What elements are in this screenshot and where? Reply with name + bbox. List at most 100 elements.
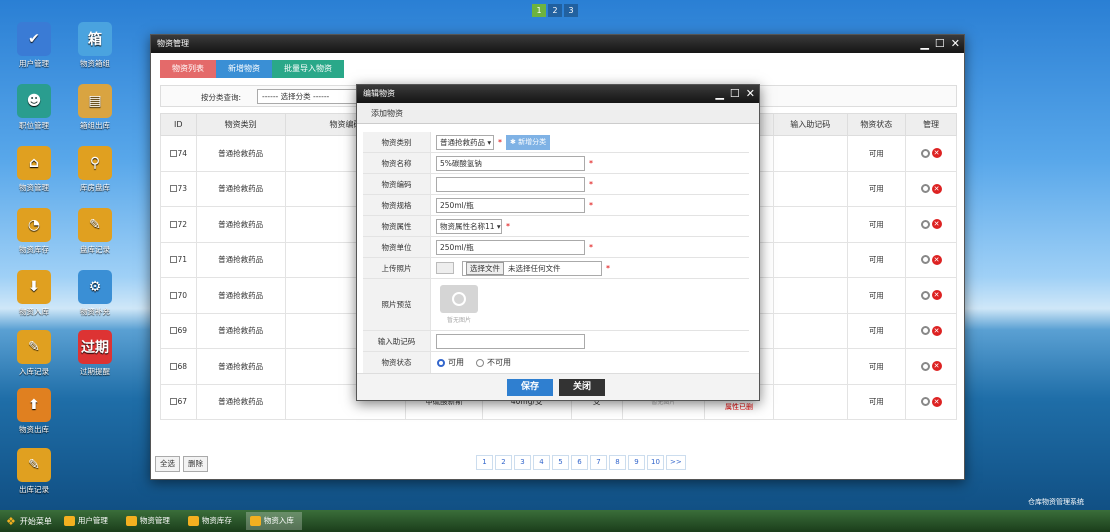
- delete-x-icon[interactable]: ✕: [931, 361, 942, 372]
- page-link[interactable]: 7: [590, 455, 607, 470]
- row-checkbox[interactable]: [169, 291, 177, 299]
- delete-x-icon[interactable]: ✕: [931, 183, 942, 194]
- start-menu-button[interactable]: ❖ 开始菜单: [0, 515, 60, 528]
- desktop-icon[interactable]: ✎ 盘库记录: [70, 208, 120, 255]
- taskbar-item-user-management[interactable]: 用户管理: [60, 512, 116, 530]
- row-photo: 上传照片 选择文件 未选择任何文件 *: [363, 258, 749, 279]
- desktop-icon[interactable]: 箱物资箱组: [70, 22, 120, 69]
- status-available-radio[interactable]: [437, 358, 445, 367]
- cell-category: 普通抢救药品: [195, 206, 286, 243]
- delete-x-icon[interactable]: ✕: [931, 219, 942, 230]
- edit-gear-icon[interactable]: [920, 361, 930, 371]
- file-input[interactable]: 选择文件 未选择任何文件: [462, 260, 602, 276]
- category-filter-select[interactable]: ------ 选择分类 ------: [257, 89, 367, 104]
- desktop-page-1[interactable]: 1: [532, 4, 546, 17]
- page-link[interactable]: 1: [476, 455, 493, 470]
- choose-file-button[interactable]: 选择文件: [466, 261, 504, 275]
- row-id: 71: [177, 255, 188, 265]
- main-window-titlebar[interactable]: 物资管理 ▁ ☐ ✕: [151, 35, 964, 53]
- attr-select[interactable]: 物资属性名称11 ▾: [436, 218, 502, 234]
- unit-input[interactable]: 250ml/瓶: [436, 239, 585, 255]
- dialog-titlebar[interactable]: 编辑物资 ▁ ☐ ✕: [357, 85, 759, 103]
- delete-x-icon[interactable]: ✕: [931, 254, 942, 265]
- edit-gear-icon[interactable]: [920, 290, 930, 300]
- cell-actions: ✕: [905, 383, 957, 420]
- taskbar-item-material-stock[interactable]: 物资库存: [184, 512, 240, 530]
- delete-x-icon[interactable]: ✕: [931, 396, 942, 407]
- edit-gear-icon[interactable]: [920, 219, 930, 229]
- desktop-icon[interactable]: ⚙ 物资补充: [70, 270, 120, 317]
- desktop-icon[interactable]: ◔ 物资库存: [9, 208, 59, 255]
- desktop-page-3[interactable]: 3: [564, 4, 578, 17]
- desktop-icon[interactable]: ⚲ 库房盘库: [70, 146, 120, 193]
- select-all-button[interactable]: 全选: [155, 456, 180, 472]
- category-select[interactable]: 普通抢救药品 ▾: [436, 134, 494, 150]
- page-link[interactable]: >>: [666, 455, 686, 470]
- desktop-icon[interactable]: ⌂ 物资管理: [9, 146, 59, 193]
- page-link[interactable]: 5: [552, 455, 569, 470]
- row-checkbox[interactable]: [169, 256, 177, 264]
- tab-add-material[interactable]: 新增物资: [216, 60, 272, 78]
- row-checkbox[interactable]: [169, 220, 177, 228]
- desktop-icon[interactable]: ⬆ 物资出库: [9, 388, 59, 435]
- page-link[interactable]: 3: [514, 455, 531, 470]
- page-link[interactable]: 4: [533, 455, 550, 470]
- row-code: 物资编码 *: [363, 174, 749, 195]
- minimize-icon[interactable]: ▁: [920, 35, 928, 53]
- desktop-icon[interactable]: ✎ 出库记录: [9, 448, 59, 495]
- page-link[interactable]: 8: [609, 455, 626, 470]
- delete-x-icon[interactable]: ✕: [931, 325, 942, 336]
- cell-category: 普通抢救药品: [195, 277, 286, 314]
- edit-gear-icon[interactable]: [920, 255, 930, 265]
- dialog-close-icon[interactable]: ✕: [746, 85, 755, 103]
- edit-gear-icon[interactable]: [920, 326, 930, 336]
- page-link[interactable]: 6: [571, 455, 588, 470]
- name-input[interactable]: 5%碳酸氢钠: [436, 155, 585, 171]
- row-checkbox[interactable]: [169, 149, 177, 157]
- row-checkbox[interactable]: [169, 327, 177, 335]
- taskbar-item-material-inbound[interactable]: 物资入库: [245, 512, 302, 530]
- desktop-icon[interactable]: ☻ 职位管理: [9, 84, 59, 131]
- add-category-button[interactable]: ✱ 新增分类: [506, 134, 551, 150]
- delete-x-icon[interactable]: ✕: [931, 148, 942, 159]
- desktop-icon[interactable]: ✎ 入库记录: [9, 330, 59, 377]
- row-preview: 照片预览 暂无图片: [363, 279, 749, 331]
- desktop-icon-label: 出库记录: [19, 485, 49, 494]
- desktop-icon[interactable]: ✔ 用户管理: [9, 22, 59, 69]
- dialog-minimize-icon[interactable]: ▁: [715, 85, 723, 103]
- save-button[interactable]: 保存: [507, 379, 553, 396]
- delete-button[interactable]: 删除: [183, 456, 208, 472]
- mnemonic-input[interactable]: [436, 333, 585, 349]
- desktop-page-2[interactable]: 2: [548, 4, 562, 17]
- category-select-value: 普通抢救药品: [440, 137, 485, 147]
- desktop-icon-label: 入库记录: [19, 367, 49, 376]
- spec-input[interactable]: 250ml/瓶: [436, 197, 585, 213]
- taskbar-item-material-management[interactable]: 物资管理: [122, 512, 178, 530]
- close-icon[interactable]: ✕: [951, 35, 960, 53]
- edit-gear-icon[interactable]: [920, 184, 930, 194]
- code-input[interactable]: [436, 176, 585, 192]
- desktop-icon[interactable]: 过期 过期提醒: [70, 330, 120, 377]
- required-star: *: [589, 200, 593, 210]
- page-link[interactable]: 10: [647, 455, 664, 470]
- dialog-maximize-icon[interactable]: ☐: [730, 85, 740, 103]
- row-checkbox[interactable]: [169, 185, 177, 193]
- desktop-icon[interactable]: ⬇ 物资入库: [9, 270, 59, 317]
- tab-material-list[interactable]: 物资列表: [160, 60, 216, 78]
- close-button[interactable]: 关闭: [559, 379, 605, 396]
- cell-mnemonic: [772, 348, 848, 385]
- page-link[interactable]: 9: [628, 455, 645, 470]
- desktop-icon[interactable]: ▤ 箱组出库: [70, 84, 120, 131]
- edit-gear-icon[interactable]: [920, 148, 930, 158]
- row-checkbox[interactable]: [169, 362, 177, 370]
- main-window-title: 物资管理: [157, 39, 189, 48]
- maximize-icon[interactable]: ☐: [935, 35, 945, 53]
- row-checkbox[interactable]: [169, 398, 177, 406]
- tab-batch-import[interactable]: 批量导入物资: [272, 60, 344, 78]
- delete-x-icon[interactable]: ✕: [931, 290, 942, 301]
- status-unavailable-radio[interactable]: [476, 358, 484, 367]
- edit-gear-icon[interactable]: [920, 397, 930, 407]
- photo-preview: 暂无图片: [439, 285, 479, 324]
- page-link[interactable]: 2: [495, 455, 512, 470]
- cell-mnemonic: [772, 135, 848, 172]
